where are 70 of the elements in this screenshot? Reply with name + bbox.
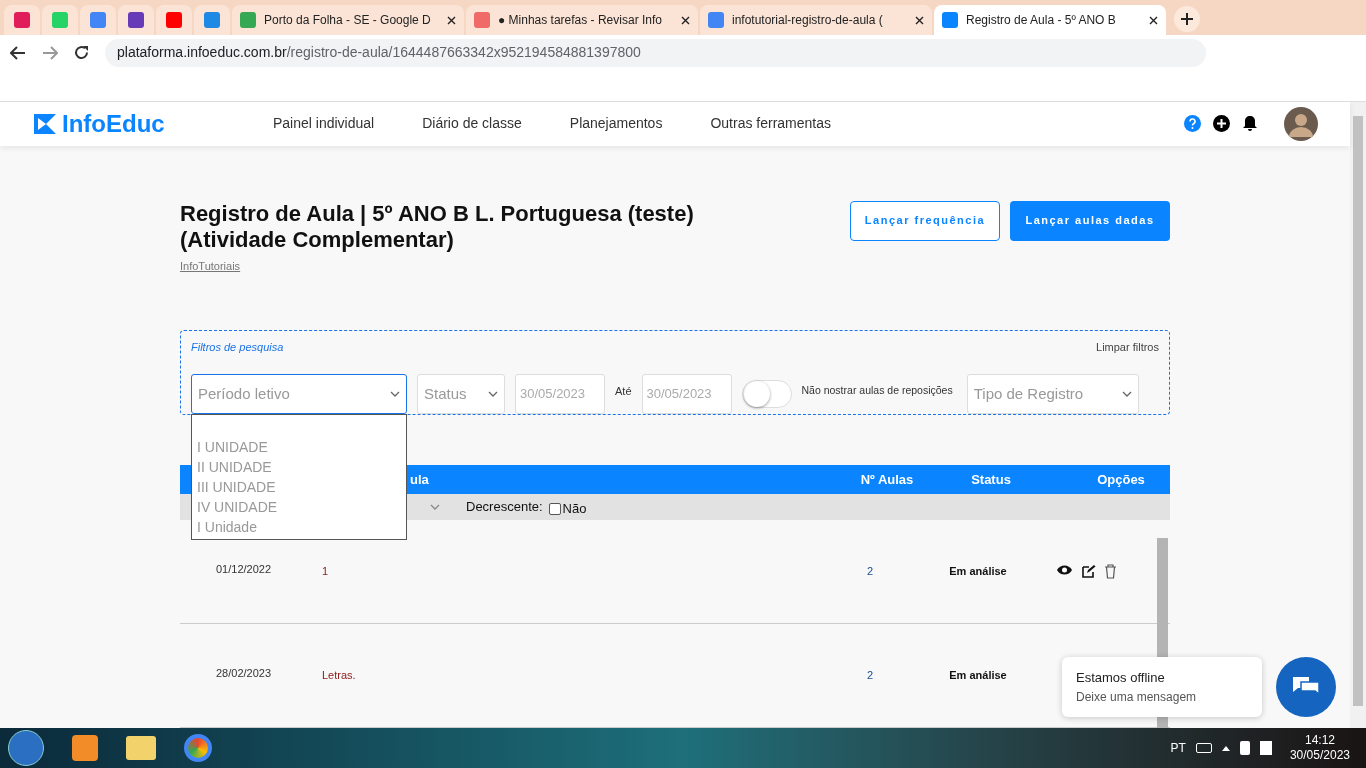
browser-tab[interactable] <box>4 5 40 35</box>
plus-icon <box>1181 13 1193 25</box>
table-cell-text: Letras. <box>322 668 357 684</box>
logo-icon <box>32 111 58 136</box>
eye-icon[interactable] <box>1056 564 1073 576</box>
browser-tab[interactable] <box>194 5 230 35</box>
column-header: Opções <box>1096 470 1146 489</box>
nav-link[interactable]: Painel individual <box>273 113 375 135</box>
nav-link[interactable]: Diário de classe <box>422 113 522 135</box>
table-cell-text: Em análise <box>948 564 1008 580</box>
chevron-icon <box>488 391 498 397</box>
back-icon[interactable] <box>10 45 26 60</box>
clear-filters-link[interactable]: Limpar filtros <box>1096 338 1159 355</box>
chrome-icon[interactable] <box>184 734 212 762</box>
page-title: Registro de Aula | 5º ANO B L. Portuguesa (teste) (Atividade Complementar) <box>180 200 695 253</box>
clock[interactable]: 14:12 30/05/2023 <box>1281 733 1358 763</box>
toggle-label: Não nostrar aulas de reposições <box>801 383 953 399</box>
sort-label: Decrescente: <box>466 498 543 517</box>
column-header: Nº Aulas <box>859 470 915 489</box>
close-icon[interactable] <box>915 15 924 25</box>
until-label: Até <box>615 383 632 399</box>
close-icon[interactable] <box>1149 15 1158 25</box>
browser-tab[interactable]: Registro de Aula - 5º ANO B <box>934 5 1166 35</box>
column-header: Status <box>970 470 1012 489</box>
chat-subtitle: Deixe uma mensagem <box>1076 688 1198 706</box>
table-cell-text: 1 <box>322 564 330 580</box>
keyboard-icon[interactable] <box>1195 743 1212 753</box>
logo-text: InfoEduc <box>62 108 165 139</box>
table-cell-text: 01/12/2022 <box>215 562 273 578</box>
chat-tooltip[interactable]: Estamos offline Deixe uma mensagem <box>1062 657 1262 717</box>
toggle-switch[interactable] <box>741 380 792 408</box>
chat-button[interactable] <box>1276 657 1336 717</box>
action-button[interactable]: Lançar frequência <box>850 200 1000 241</box>
filter-title: Filtros de pesquisa <box>191 339 284 355</box>
add-icon[interactable] <box>1213 115 1230 133</box>
chat-title: Estamos offline <box>1076 669 1166 688</box>
action-button[interactable]: Lançar aulas dadas <box>1010 200 1170 241</box>
table-cell-text: 2 <box>865 564 875 580</box>
browser-tab[interactable]: infotutorial-registro-de-aula ( <box>700 5 932 35</box>
table-cell-text: 28/02/2023 <box>215 666 273 682</box>
close-icon[interactable] <box>447 15 456 25</box>
chevron-icon <box>390 391 400 397</box>
sort-checkbox[interactable]: Não <box>548 499 587 519</box>
browser-tab[interactable]: Porto da Folha - SE - Google D <box>232 5 464 35</box>
chevron-icon <box>430 504 440 510</box>
help-icon[interactable] <box>1184 115 1201 133</box>
reload-icon[interactable] <box>74 45 89 60</box>
chevron-icon <box>1121 391 1132 397</box>
bell-icon[interactable] <box>1242 115 1258 133</box>
tutorial-link[interactable]: InfoTutoriais <box>180 259 241 272</box>
nav-link[interactable]: Planejamentos <box>569 113 663 135</box>
browser-tab[interactable] <box>80 5 116 35</box>
forward-icon[interactable] <box>42 45 58 60</box>
browser-tab[interactable] <box>118 5 154 35</box>
close-icon[interactable] <box>681 15 690 25</box>
nav-link[interactable]: Outras ferramentas <box>710 113 832 135</box>
tray-arrow-icon[interactable] <box>1221 745 1230 751</box>
avatar[interactable] <box>1284 106 1318 141</box>
column-header: ula <box>410 470 430 489</box>
new-tab-button[interactable] <box>1174 6 1200 32</box>
browser-tab[interactable] <box>156 5 192 35</box>
address-bar[interactable]: plataforma.infoeduc.com.br/registro-de-aula/1644487663342x952194584881397800 <box>105 38 1206 67</box>
browser-tab[interactable]: ● Minhas tarefas - Revisar Info <box>466 5 698 35</box>
table-cell-text: 2 <box>865 668 875 684</box>
edit-icon[interactable] <box>1081 564 1096 579</box>
table-cell-text: Em análise <box>948 668 1008 684</box>
start-button[interactable] <box>8 730 44 766</box>
language-indicator[interactable]: PT <box>1170 739 1186 757</box>
trash-icon[interactable] <box>1104 564 1117 579</box>
page-scrollbar[interactable] <box>1350 102 1366 728</box>
